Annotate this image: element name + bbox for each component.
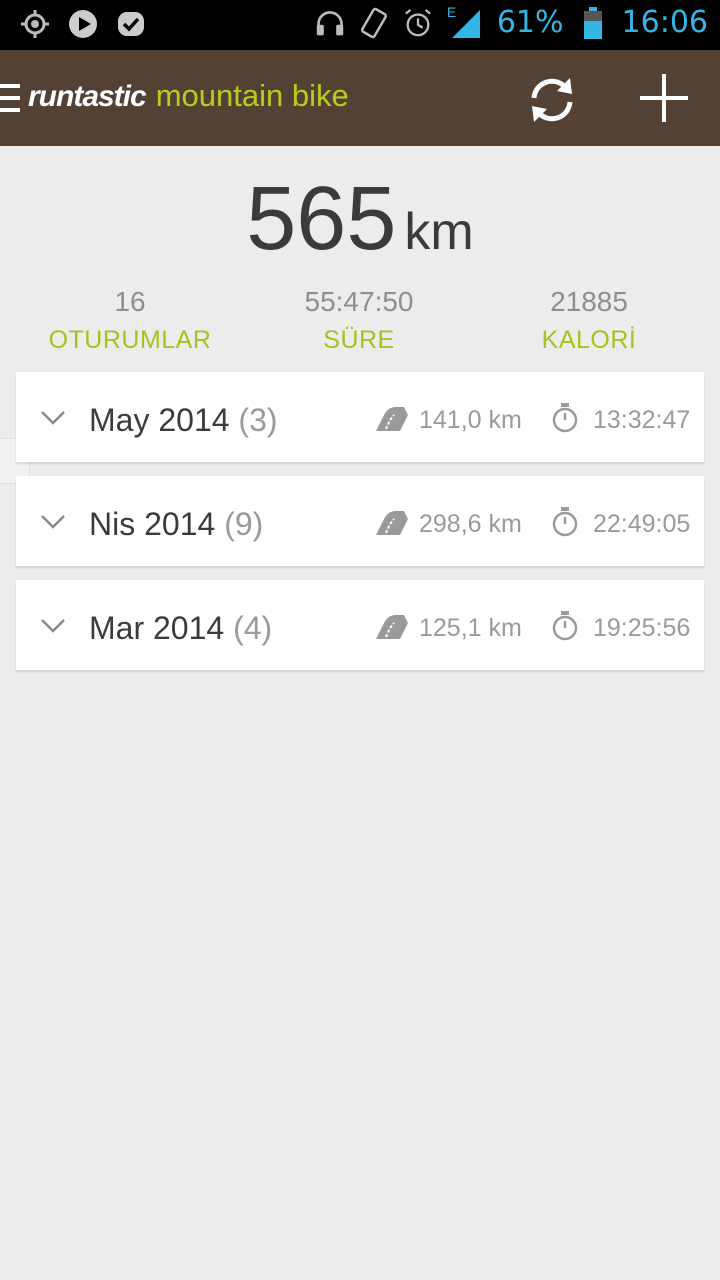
- menu-icon[interactable]: [0, 84, 20, 112]
- total-distance-value: 565: [246, 169, 397, 269]
- sync-button[interactable]: [526, 74, 578, 126]
- stat-value: 55:47:50: [304, 286, 414, 317]
- play-icon: [68, 9, 98, 39]
- stopwatch-icon: [552, 611, 578, 641]
- stat-value: 16: [114, 286, 146, 317]
- app-logo: runtastic mountain bike: [28, 78, 349, 114]
- brand-name: runtastic: [28, 80, 147, 113]
- network-type-label: E: [446, 3, 457, 20]
- session-count: (9): [224, 506, 264, 542]
- road-icon: [376, 407, 408, 431]
- stat-value: 21885: [550, 286, 628, 317]
- chevron-down-icon[interactable]: [40, 514, 66, 530]
- month-card-nis-2014[interactable]: Nis 2014 (9) 298,6 km 22:49:05: [16, 476, 704, 566]
- sync-icon: [531, 78, 573, 122]
- month-label: May 2014 (3): [89, 402, 278, 438]
- month-duration: 13:32:47: [593, 406, 691, 434]
- month-label: Nis 2014 (9): [89, 506, 264, 542]
- chevron-down-icon[interactable]: [40, 410, 66, 426]
- chevron-down-icon[interactable]: [40, 618, 66, 634]
- app-bar: runtastic mountain bike: [0, 50, 720, 146]
- headphones-icon: [315, 8, 345, 38]
- month-card-mar-2014[interactable]: Mar 2014 (4) 125,1 km 19:25:56: [16, 580, 704, 670]
- month-distance: 141,0 km: [419, 406, 522, 434]
- add-icon: [640, 74, 688, 122]
- road-icon: [376, 615, 408, 639]
- stopwatch-icon: [552, 403, 578, 433]
- battery-percent: 61%: [496, 5, 564, 40]
- check-badge-icon: [116, 9, 146, 39]
- road-icon: [376, 511, 408, 535]
- stat-label: SÜRE: [323, 326, 395, 354]
- vibrate-icon: [359, 7, 389, 38]
- app-name: mountain bike: [155, 78, 349, 113]
- total-distance-unit: km: [404, 203, 474, 261]
- total-distance: 565 km: [0, 168, 720, 271]
- month-duration: 19:25:56: [593, 614, 691, 642]
- stat-duration: 55:47:50 SÜRE: [239, 286, 479, 355]
- month-distance: 298,6 km: [419, 510, 522, 538]
- session-count: (3): [238, 402, 278, 438]
- stat-calories: 21885 KALORİ: [469, 286, 709, 355]
- month-duration: 22:49:05: [593, 510, 691, 538]
- alarm-icon: [403, 8, 433, 38]
- stopwatch-icon: [552, 507, 578, 537]
- status-bar: E 61% 16:06: [0, 0, 720, 50]
- month-label: Mar 2014 (4): [89, 610, 273, 646]
- month-card-may-2014[interactable]: May 2014 (3) 141,0 km 13:32:47: [16, 372, 704, 462]
- signal-icon: E: [447, 4, 483, 38]
- stat-sessions: 16 OTURUMLAR: [10, 286, 250, 355]
- location-icon: [20, 9, 50, 39]
- add-button[interactable]: [638, 72, 690, 124]
- session-count: (4): [233, 610, 273, 646]
- stat-label: KALORİ: [541, 326, 637, 354]
- month-distance: 125,1 km: [419, 614, 522, 642]
- stat-label: OTURUMLAR: [48, 326, 212, 354]
- status-time: 16:06: [621, 5, 708, 40]
- battery-icon: [578, 6, 608, 39]
